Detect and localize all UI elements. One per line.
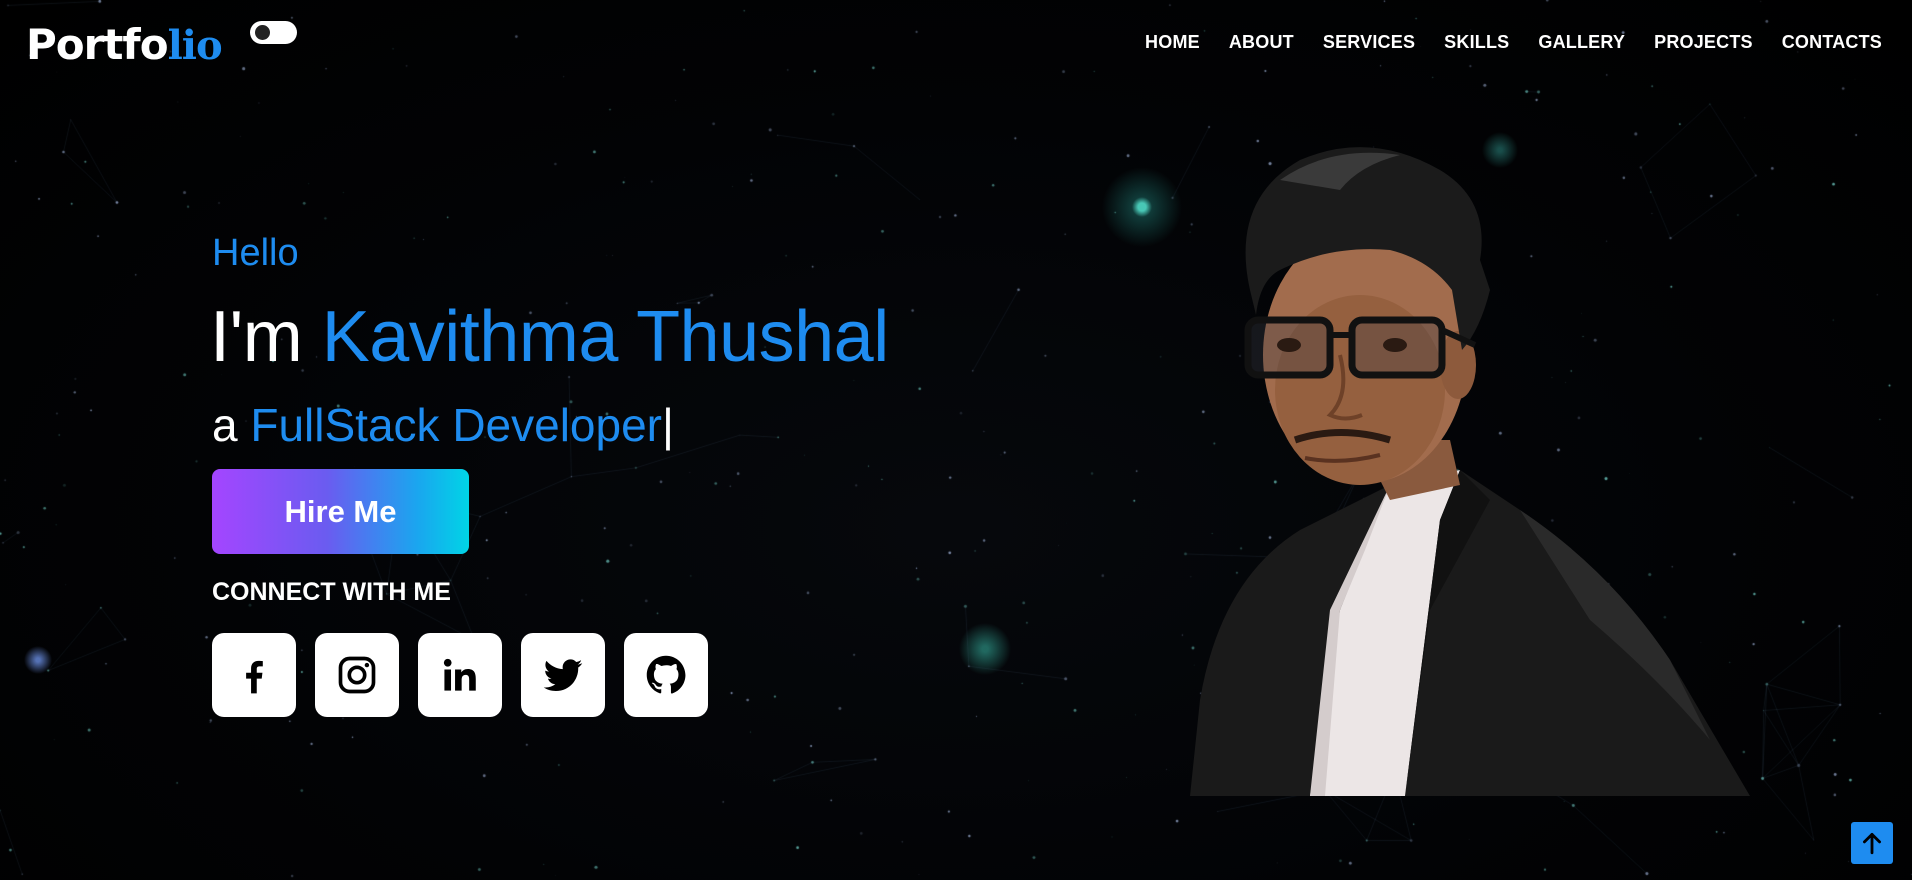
main-nav: HOME ABOUT SERVICES SKILLS GALLERY PROJE… (1116, 32, 1882, 53)
hire-me-button[interactable]: Hire Me (212, 469, 469, 554)
twitter-link[interactable] (521, 633, 605, 717)
hero-greeting: Hello (212, 232, 299, 274)
nav-gallery[interactable]: GALLERY (1538, 32, 1625, 53)
linkedin-icon (443, 658, 476, 691)
logo-accent-text: lio (167, 22, 223, 69)
hero-name: Kavithma Thushal (321, 297, 889, 377)
nav-contacts[interactable]: CONTACTS (1782, 32, 1882, 53)
github-link[interactable] (624, 633, 708, 717)
profile-photo (1190, 147, 1750, 796)
instagram-icon (338, 656, 376, 694)
twitter-icon (543, 659, 583, 691)
instagram-link[interactable] (315, 633, 399, 717)
nav-projects[interactable]: PROJECTS (1654, 32, 1753, 53)
portfolio-page: Portfolio HOME ABOUT SERVICES SKILLS GAL… (0, 0, 1912, 880)
linkedin-link[interactable] (418, 633, 502, 717)
theme-toggle[interactable] (250, 21, 297, 44)
facebook-icon (246, 660, 263, 694)
hero-role: a FullStack Developer| (212, 398, 674, 452)
nav-skills[interactable]: SKILLS (1444, 32, 1509, 53)
logo-main-text: Portfo (26, 20, 169, 69)
arrow-up-icon (1863, 832, 1881, 855)
hero-name-heading: I'm Kavithma Thushal (210, 296, 889, 378)
nav-home[interactable]: HOME (1145, 32, 1200, 53)
github-icon (646, 655, 686, 694)
nav-services[interactable]: SERVICES (1323, 32, 1415, 53)
role-prefix: a (212, 399, 251, 451)
connect-heading: CONNECT WITH ME (212, 578, 451, 606)
nav-about[interactable]: ABOUT (1229, 32, 1294, 53)
name-prefix: I'm (210, 297, 322, 377)
typing-cursor: | (662, 399, 674, 451)
scroll-to-top-button[interactable] (1851, 822, 1893, 864)
toggle-knob (255, 25, 270, 40)
role-title: FullStack Developer (250, 399, 662, 451)
facebook-link[interactable] (212, 633, 296, 717)
social-links (212, 633, 708, 717)
site-logo[interactable]: Portfolio (26, 20, 223, 69)
